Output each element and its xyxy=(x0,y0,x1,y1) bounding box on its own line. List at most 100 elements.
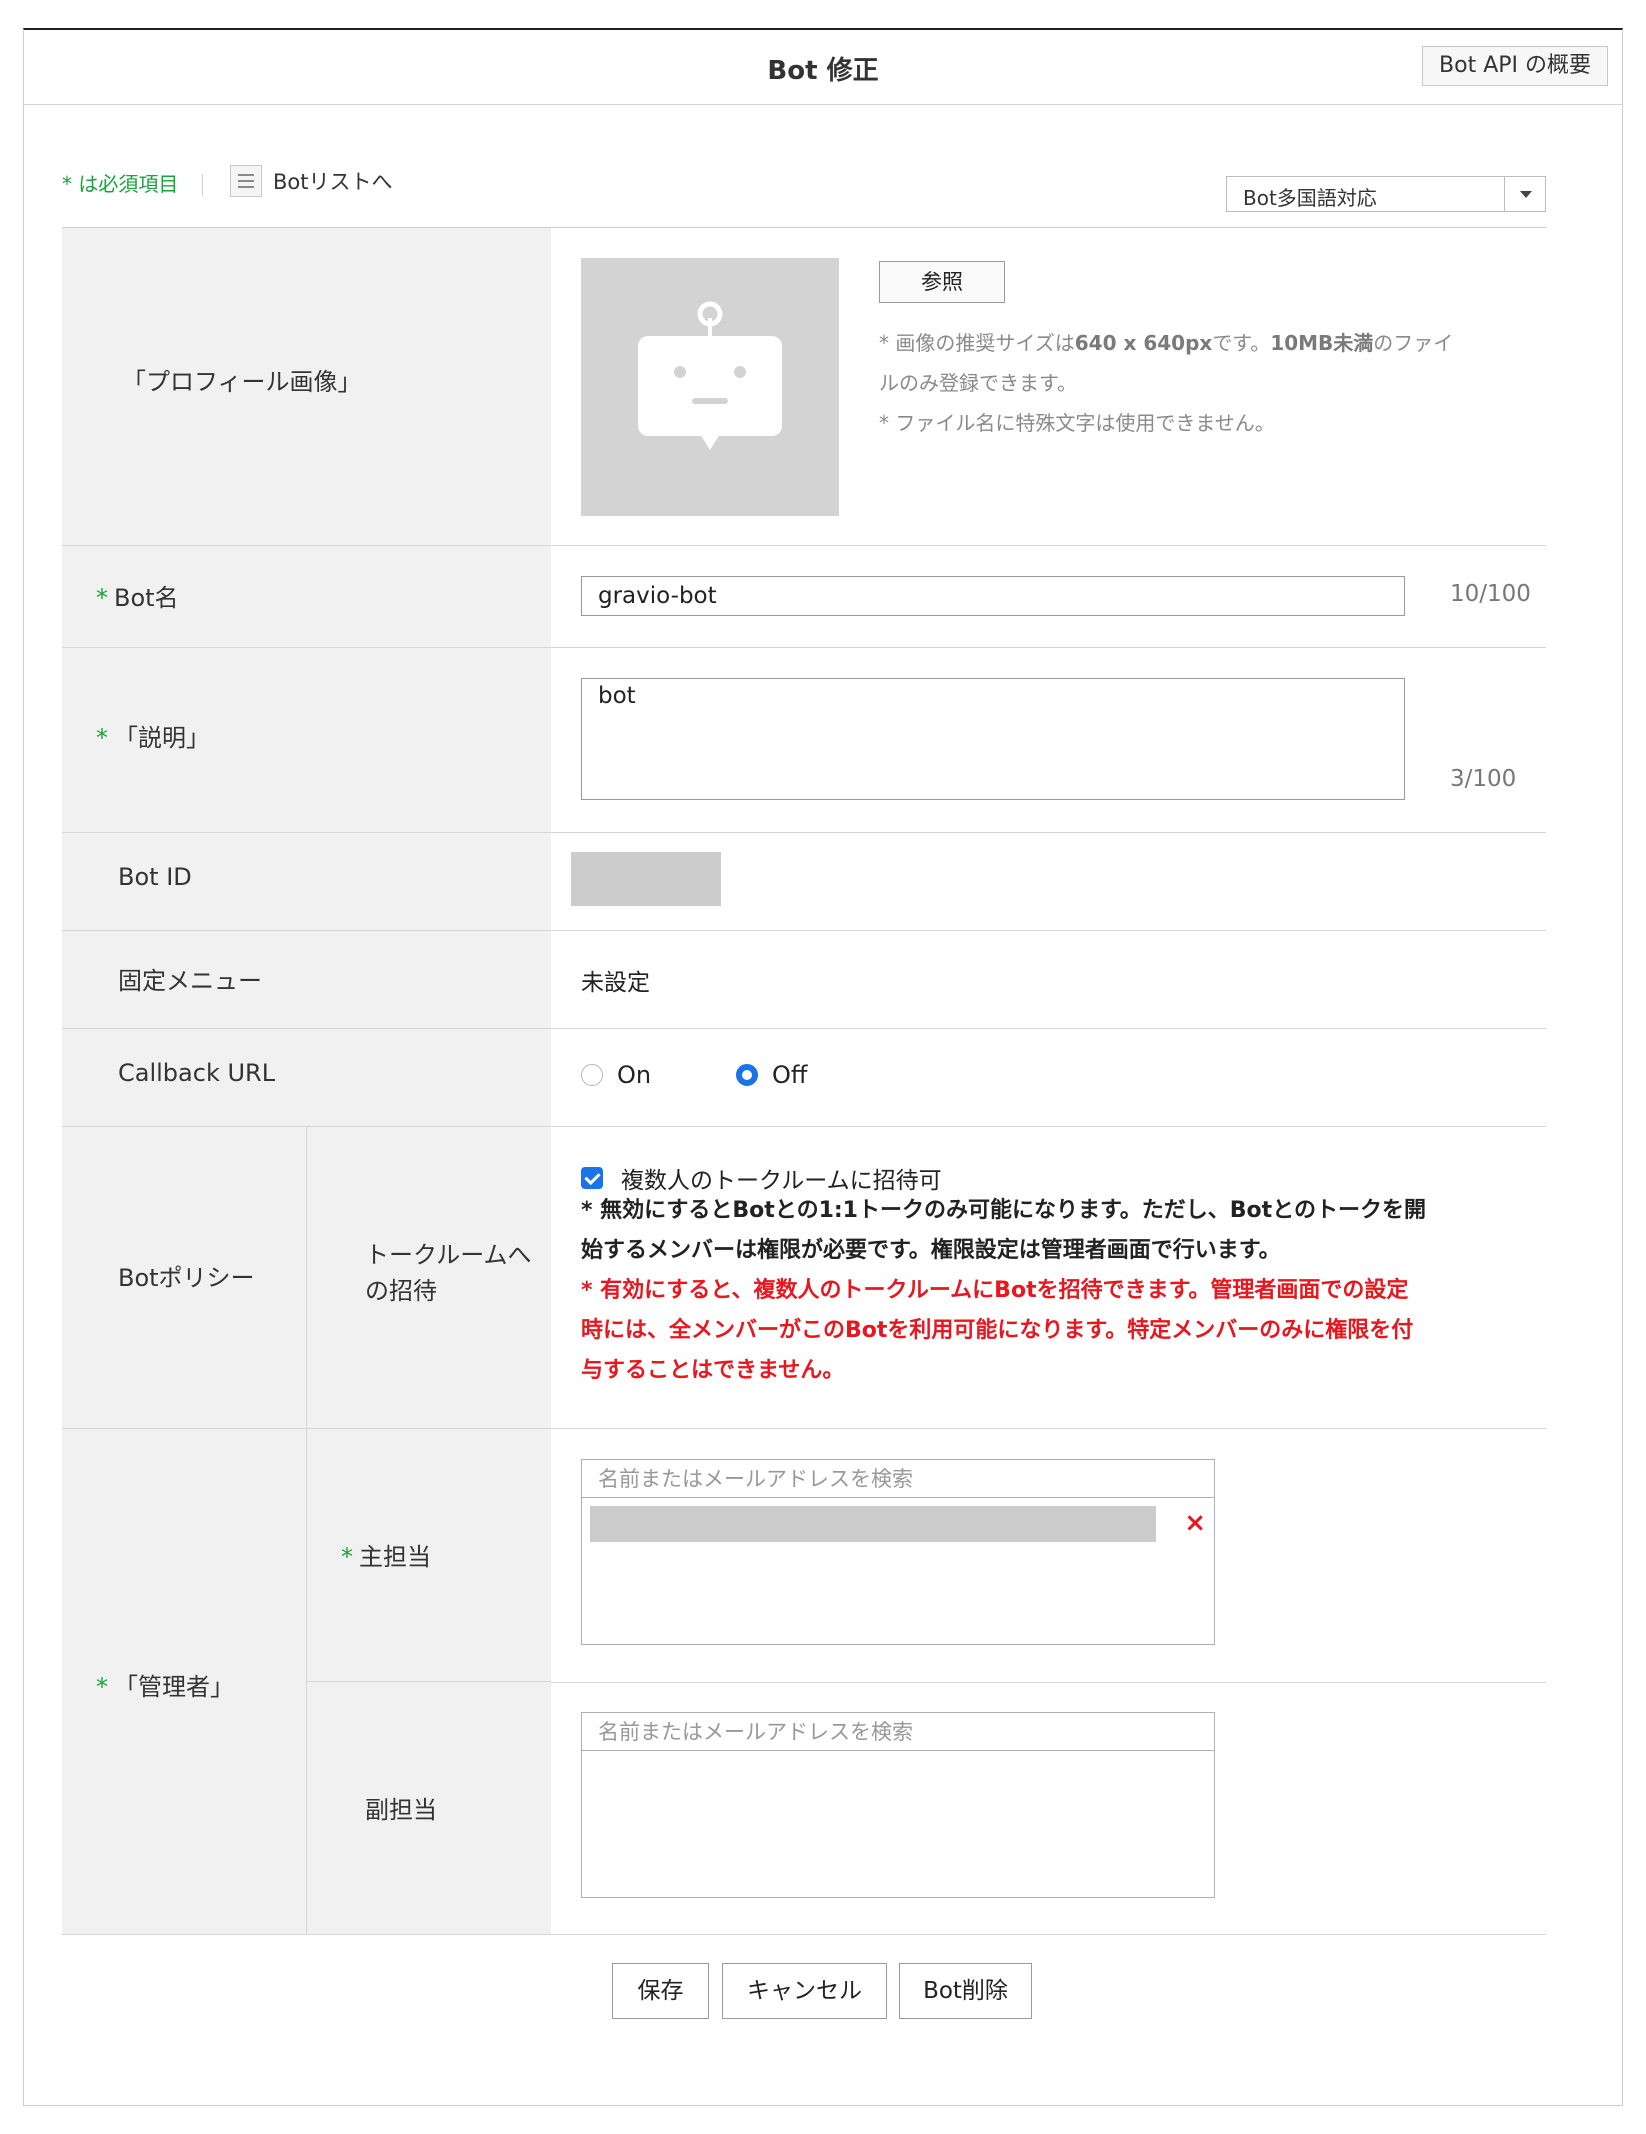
value-cell: 複数人のトークルームに招待可 * 無効にするとBotとの1:1トークのみ可能にな… xyxy=(551,1127,1546,1428)
required-mark: * xyxy=(96,584,108,612)
divider xyxy=(551,1682,1546,1683)
fixed-menu-label: 固定メニュー xyxy=(118,967,262,995)
value-cell: 未設定 xyxy=(551,931,1546,1028)
callback-on-label: On xyxy=(617,1061,652,1089)
title-bar: Bot 修正 Bot API の概要 xyxy=(24,30,1622,105)
profile-image-label: 「プロフィール画像」 xyxy=(122,368,362,396)
secondary-sublabel-cell: 副担当 xyxy=(306,1682,551,1934)
label-cell: * Bot名 xyxy=(62,546,551,647)
policy-note-disabled-line2: 始するメンバーは権限が必要です。権限設定は管理者画面で行います。 xyxy=(581,1238,1281,1263)
required-mark: * xyxy=(96,1673,108,1701)
primary-admin-search-input[interactable] xyxy=(582,1460,1214,1498)
bot-name-input[interactable] xyxy=(581,576,1405,616)
note-text: * 画像の推奨サイズは xyxy=(879,331,1075,355)
note-size: 640 x 640px xyxy=(1074,331,1213,355)
multilanguage-select[interactable]: Bot多国語対応 xyxy=(1226,176,1546,212)
bot-id-redacted xyxy=(571,852,721,906)
bot-form: 「プロフィール画像」 参照 * 画像の推奨サイズは640 x 640pxです。1… xyxy=(62,227,1546,1935)
label-cell: Callback URL xyxy=(62,1029,551,1126)
label-cell: 固定メニュー xyxy=(62,931,551,1028)
image-size-note-line2: ルのみ登録できます。 xyxy=(879,371,1077,395)
callback-on-radio[interactable]: On xyxy=(581,1061,651,1089)
row-bot-name: *Bot名 10/100 xyxy=(62,546,1546,648)
description-label-text: 「説明」 xyxy=(114,724,210,752)
cancel-button[interactable]: キャンセル xyxy=(722,1963,887,2019)
note-text: のファイ xyxy=(1373,331,1454,355)
secondary-admin-label: 副担当 xyxy=(365,1796,437,1824)
value-cell: On Off xyxy=(551,1029,1546,1126)
callback-off-label: Off xyxy=(772,1061,808,1089)
invite-sublabel-line2: の招待 xyxy=(365,1277,437,1305)
browse-button[interactable]: 参照 xyxy=(879,261,1005,303)
callback-url-label: Callback URL xyxy=(118,1059,276,1087)
fixed-menu-value: 未設定 xyxy=(581,970,650,996)
row-bot-policy: Botポリシー トークルームへ の招待 複数人のトークルームに招待可 * 無効に… xyxy=(62,1127,1546,1429)
list-icon xyxy=(230,165,262,197)
secondary-admin-search-input[interactable] xyxy=(582,1713,1214,1751)
bot-policy-label: Botポリシー xyxy=(118,1264,255,1292)
page-title: Bot 修正 xyxy=(767,56,879,86)
row-bot-id: Bot ID xyxy=(62,833,1546,931)
bot-list-link-label: Botリストへ xyxy=(273,170,393,194)
bot-api-overview-button[interactable]: Bot API の概要 xyxy=(1422,46,1608,86)
bot-name-label-text: Bot名 xyxy=(114,584,179,612)
value-cell: 10/100 xyxy=(551,546,1546,647)
description-label: * 「説明」 xyxy=(96,718,210,753)
bot-avatar-icon xyxy=(638,301,782,450)
multilanguage-select-value: Bot多国語対応 xyxy=(1243,186,1377,210)
radio-selected-icon xyxy=(736,1064,758,1086)
chevron-down-icon xyxy=(1504,177,1545,211)
policy-sublabel-cell: トークルームへ の招待 xyxy=(306,1127,551,1428)
note-text: です。 xyxy=(1212,331,1271,355)
delete-bot-button[interactable]: Bot削除 xyxy=(899,1963,1032,2019)
policy-warning-line2: 時には、全メンバーがこのBotを利用可能になります。特定メンバーのみに権限を付 xyxy=(581,1318,1414,1343)
save-button[interactable]: 保存 xyxy=(612,1963,709,2019)
filename-note: * ファイル名に特殊文字は使用できません。 xyxy=(879,411,1275,435)
group-invite-checkbox[interactable]: 複数人のトークルームに招待可 xyxy=(581,1161,942,1195)
secondary-admin-box xyxy=(581,1712,1215,1898)
invite-sublabel-line1: トークルームへ xyxy=(365,1241,532,1269)
row-profile-image: 「プロフィール画像」 参照 * 画像の推奨サイズは640 x 640pxです。1… xyxy=(62,228,1546,546)
value-cell xyxy=(551,833,1546,930)
bot-name-counter: 10/100 xyxy=(1450,581,1531,607)
value-cell: bot 3/100 xyxy=(551,648,1546,832)
row-description: * 「説明」 bot 3/100 xyxy=(62,648,1546,833)
description-counter: 3/100 xyxy=(1450,766,1517,792)
admin-label-text: 「管理者」 xyxy=(114,1673,234,1701)
form-toolbar: * は必須項目 Botリストへ Bot多国語対応 xyxy=(62,150,1546,212)
label-cell: Botポリシー トークルームへ の招待 xyxy=(62,1127,551,1428)
label-cell: * 「管理者」 * 主担当 副担当 xyxy=(62,1429,551,1934)
primary-sublabel-cell: * 主担当 xyxy=(306,1429,551,1682)
bot-name-label: * Bot名 xyxy=(96,578,179,613)
required-mark: * xyxy=(341,1543,353,1571)
group-invite-checkbox-label: 複数人のトークルームに招待可 xyxy=(621,1168,942,1194)
label-cell: Bot ID xyxy=(62,833,551,930)
callback-off-radio[interactable]: Off xyxy=(736,1061,807,1089)
row-callback-url: Callback URL On Off xyxy=(62,1029,1546,1127)
label-cell: 「プロフィール画像」 xyxy=(62,228,551,545)
admin-label: * 「管理者」 xyxy=(96,1667,234,1702)
primary-admin-member-redacted xyxy=(590,1506,1156,1542)
required-note: * は必須項目 xyxy=(62,172,179,196)
policy-note-disabled-line1: * 無効にするとBotとの1:1トークのみ可能になります。ただし、Botとのトー… xyxy=(581,1198,1426,1223)
toolbar-divider xyxy=(202,174,203,196)
note-limit: 10MB未満 xyxy=(1270,331,1374,355)
policy-warning-line3: 与することはできません。 xyxy=(581,1358,845,1383)
bot-id-label: Bot ID xyxy=(118,863,192,891)
form-actions: 保存 キャンセル Bot削除 xyxy=(0,1963,1646,2019)
policy-warning-line1: * 有効にすると、複数人のトークルームにBotを招待できます。管理者画面での設定 xyxy=(581,1278,1409,1303)
description-textarea[interactable]: bot xyxy=(581,678,1405,800)
remove-member-icon[interactable]: × xyxy=(1184,1510,1206,1536)
row-fixed-menu: 固定メニュー 未設定 xyxy=(62,931,1546,1029)
primary-admin-label-text: 主担当 xyxy=(359,1543,431,1571)
primary-admin-label: * 主担当 xyxy=(341,1537,431,1572)
primary-admin-box: × xyxy=(581,1459,1215,1645)
required-mark: * xyxy=(96,724,108,752)
row-administrators: *「管理者」 *主担当 副担当 × xyxy=(62,1429,1546,1935)
profile-image-preview xyxy=(581,258,839,516)
image-size-note: * 画像の推奨サイズは640 x 640pxです。10MB未満のファイ xyxy=(879,327,1453,356)
checkbox-checked-icon xyxy=(581,1167,603,1189)
value-cell: 参照 * 画像の推奨サイズは640 x 640pxです。10MB未満のファイ ル… xyxy=(551,228,1546,545)
bot-list-link[interactable]: Botリストへ xyxy=(230,164,393,198)
value-cell: × xyxy=(551,1429,1546,1934)
